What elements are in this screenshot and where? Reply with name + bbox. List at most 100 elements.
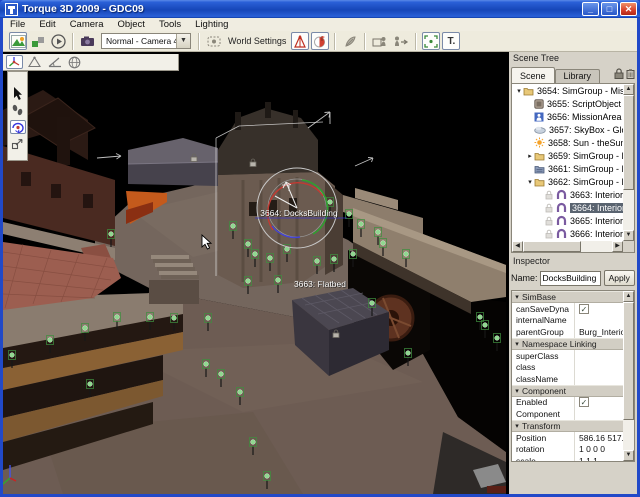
world-settings-button[interactable]: World Settings — [224, 36, 290, 46]
tree-item-3656[interactable]: 3656: MissionArea - Missio — [512, 110, 623, 123]
property-value[interactable] — [574, 408, 623, 420]
player-move-button[interactable] — [391, 32, 410, 50]
globe-button[interactable] — [66, 55, 83, 69]
section-title: Component — [522, 386, 566, 396]
toolbar-separator — [415, 33, 417, 50]
chevron-down-icon: ▾ — [512, 387, 522, 395]
snapshot-button[interactable] — [205, 32, 223, 50]
skybox-icon — [534, 125, 546, 134]
tree-horizontal-scrollbar[interactable]: ◀ ▶ — [512, 241, 623, 252]
bounds-toggle-button[interactable] — [422, 32, 440, 50]
tree-expander[interactable]: ▸ — [526, 152, 534, 160]
inspector-vertical-scrollbar[interactable]: ▲ ▼ — [623, 291, 634, 461]
tree-expander[interactable]: ▾ — [515, 87, 523, 95]
property-label: scale — [512, 456, 574, 461]
tree-item-3658[interactable]: 3658: Sun - theSun — [512, 136, 623, 149]
property-label: canSaveDyna — [512, 304, 574, 314]
apply-button[interactable]: Apply — [604, 270, 635, 286]
lock-icon[interactable] — [614, 68, 624, 81]
property-value[interactable]: 1 1 1 — [574, 455, 623, 461]
scale-tool-button[interactable] — [10, 137, 26, 151]
transform-palette — [7, 71, 28, 161]
property-value[interactable] — [574, 315, 623, 327]
section-header-namespace-linking[interactable]: ▾Namespace Linking — [512, 338, 623, 350]
tree-expander[interactable]: ▾ — [526, 178, 534, 186]
angle-snap-button[interactable] — [46, 55, 63, 69]
tab-library[interactable]: Library — [555, 69, 601, 83]
tree-item-label: 3658: Sun - theSun — [548, 138, 623, 148]
tree-item-3663[interactable]: 3663: InteriorInstanc — [512, 188, 623, 201]
section-header-transform[interactable]: ▾Transform — [512, 420, 623, 432]
menu-item-lighting[interactable]: Lighting — [188, 19, 235, 30]
chevron-down-icon: ▾ — [512, 422, 522, 430]
tree-item-3666[interactable]: 3666: InteriorInstanc — [512, 227, 623, 240]
property-label: Component — [512, 409, 574, 419]
world-editor-button[interactable] — [9, 32, 27, 50]
sun-icon — [534, 137, 545, 148]
tree-vertical-scrollbar[interactable]: ▲ ▼ — [623, 84, 634, 241]
tree-item-3661[interactable]: 3661: SimGroup - MegaTer — [512, 162, 623, 175]
tab-scene[interactable]: Scene — [511, 67, 555, 83]
section-header-simbase[interactable]: ▾SimBase — [512, 291, 623, 303]
terrain-tower-toggle[interactable] — [291, 32, 309, 50]
tree-item-3665[interactable]: 3665: InteriorInstanc — [512, 214, 623, 227]
interior-icon — [556, 189, 567, 200]
property-row-superClass: superClass — [512, 350, 623, 362]
text-tool-button[interactable]: T. — [442, 32, 460, 50]
interior-icon — [556, 228, 567, 239]
viewport-3d[interactable]: 3664: DocksBuilding 3664: DocksBuilding … — [3, 52, 509, 494]
tree-item-3662[interactable]: ▾3662: SimGroup - Burg_Inte — [512, 175, 623, 188]
property-value[interactable]: ✓ — [574, 397, 623, 409]
titlebar[interactable]: Torque 3D 2009 - GDC09 _ □ ✕ — [0, 0, 640, 18]
folder-icon — [534, 151, 545, 161]
move-tool-button[interactable] — [10, 103, 26, 117]
tree-item-3655[interactable]: 3655: ScriptObject - LevelIn — [512, 97, 623, 110]
selection-label: 3664: DocksBuilding — [260, 208, 338, 218]
close-button[interactable]: ✕ — [620, 2, 637, 16]
property-value[interactable] — [574, 350, 623, 362]
camera-dropdown[interactable]: Normal - Camera 4 ▼ — [101, 33, 191, 49]
tree-item-3657[interactable]: 3657: SkyBox - GlobalSky — [512, 123, 623, 136]
maximize-button[interactable]: □ — [601, 2, 618, 16]
property-value[interactable]: ✓ — [574, 303, 623, 315]
sphere-flag-toggle[interactable] — [311, 32, 329, 50]
trash-icon[interactable] — [626, 68, 635, 81]
property-value[interactable]: 1 0 0 0 — [574, 443, 623, 455]
folderblue-icon — [534, 164, 545, 174]
chevron-down-icon: ▾ — [512, 340, 522, 348]
property-value[interactable] — [574, 361, 623, 373]
chevron-down-icon: ▾ — [512, 293, 522, 301]
chevron-down-icon[interactable]: ▼ — [176, 34, 190, 48]
rotate-tool-button[interactable] — [10, 120, 26, 134]
tree-item-3664[interactable]: 3664: InteriorInstanc — [512, 201, 623, 214]
property-row-scale: scale1 1 1 — [512, 455, 623, 461]
camera-icon[interactable] — [79, 32, 97, 50]
property-row-Component: Component — [512, 408, 623, 420]
script-icon — [534, 99, 544, 109]
select-tool-button[interactable] — [10, 86, 26, 100]
world-gizmo-button[interactable] — [6, 55, 23, 69]
pen-tool-button[interactable] — [341, 32, 359, 50]
section-header-component[interactable]: ▾Component — [512, 385, 623, 397]
property-value[interactable] — [574, 373, 623, 385]
property-value[interactable]: Burg_Interiors — [574, 326, 623, 338]
menu-item-camera[interactable]: Camera — [63, 19, 111, 30]
play-button[interactable] — [49, 32, 67, 50]
menu-item-edit[interactable]: Edit — [32, 19, 62, 30]
tree-item-3654[interactable]: ▾3654: SimGroup - MissionGrou — [512, 84, 623, 97]
snap-triangle-button[interactable] — [26, 55, 43, 69]
property-row-rotation: rotation1 0 0 0 — [512, 443, 623, 455]
player-box-button[interactable] — [371, 32, 389, 50]
checkbox-canSaveDyna[interactable]: ✓ — [579, 304, 589, 314]
text-tool-glyph: T. — [447, 36, 455, 47]
menu-item-file[interactable]: File — [3, 19, 32, 30]
object-editor-button[interactable] — [29, 32, 47, 50]
property-label: internalName — [512, 315, 574, 325]
property-value[interactable]: 586.16 517.71 53 — [574, 432, 623, 444]
name-input[interactable] — [540, 271, 601, 286]
menu-item-tools[interactable]: Tools — [152, 19, 188, 30]
checkbox-Enabled[interactable]: ✓ — [579, 397, 589, 407]
menu-item-object[interactable]: Object — [110, 19, 151, 30]
minimize-button[interactable]: _ — [582, 2, 599, 16]
tree-item-3659[interactable]: ▸3659: SimGroup - PlayerDr — [512, 149, 623, 162]
